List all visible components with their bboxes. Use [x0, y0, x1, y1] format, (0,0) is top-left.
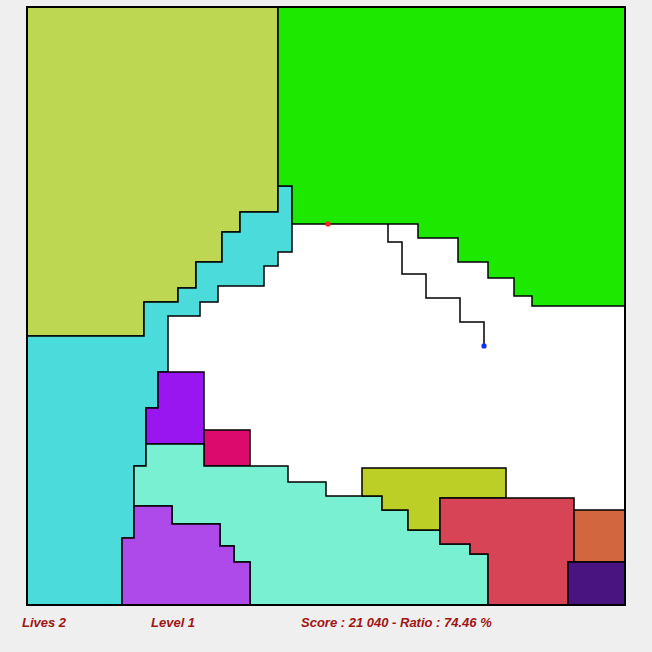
field-border: [27, 7, 625, 605]
captured-region: [122, 506, 250, 606]
status-bar: Lives 2Level 1Score : 21 040 - Ratio : 7…: [0, 606, 652, 630]
play-field: [26, 6, 626, 606]
player-trail: [388, 224, 484, 346]
enemy-ball-icon: [326, 222, 331, 227]
captured-region: [568, 562, 626, 606]
player-marker-icon: [482, 344, 487, 349]
captured-region: [440, 498, 574, 606]
captured-region: [278, 6, 626, 306]
captured-region: [574, 510, 626, 562]
lives-label: Lives 2: [22, 615, 151, 630]
captured-region: [204, 430, 250, 466]
score-label: Score : 21 040 - Ratio : 74.46 %: [301, 615, 492, 630]
level-label: Level 1: [151, 615, 301, 630]
captured-region: [146, 372, 204, 444]
